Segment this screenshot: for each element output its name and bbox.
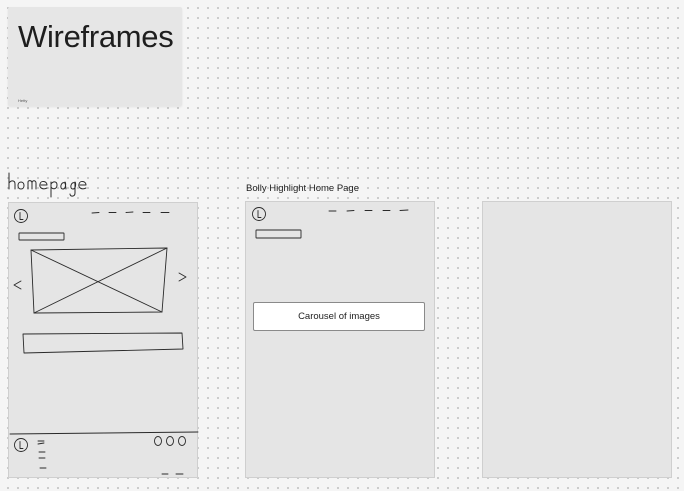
nav-menu-dashes-icon: [91, 211, 170, 214]
figma-canvas[interactable]: Wireframes Hetty Bolly Highlight Home Pa…: [0, 0, 684, 491]
logo-circle-icon: [252, 207, 266, 221]
chevron-right-icon: [178, 272, 187, 282]
header-text-placeholder: [18, 232, 65, 241]
board-title: Wireframes: [18, 19, 174, 54]
text-field-placeholder: [22, 332, 184, 354]
carousel-of-images-box[interactable]: Carousel of images: [253, 302, 425, 331]
homepage-handwritten-label: [6, 169, 96, 199]
blank-frame[interactable]: [482, 201, 672, 478]
footer-logo-circle-icon: [14, 438, 28, 452]
image-placeholder-cross-icon: [30, 247, 168, 314]
bolly-frame-title[interactable]: Bolly Highlight Home Page: [246, 183, 359, 194]
footer-divider: [9, 431, 199, 435]
board-author: Hetty: [18, 98, 28, 103]
logo-circle-icon: [14, 209, 28, 223]
header-text-placeholder: [255, 229, 302, 239]
nav-menu-dashes-icon: [328, 209, 409, 212]
bolly-highlight-frame[interactable]: Carousel of images: [245, 201, 435, 478]
social-links-circles-icon: [154, 436, 186, 446]
footer-links-dashes: [37, 440, 47, 469]
chevron-left-icon: [13, 280, 22, 290]
homepage-sketch-frame[interactable]: [8, 202, 199, 478]
wireframes-title-card[interactable]: Wireframes Hetty: [8, 7, 182, 106]
